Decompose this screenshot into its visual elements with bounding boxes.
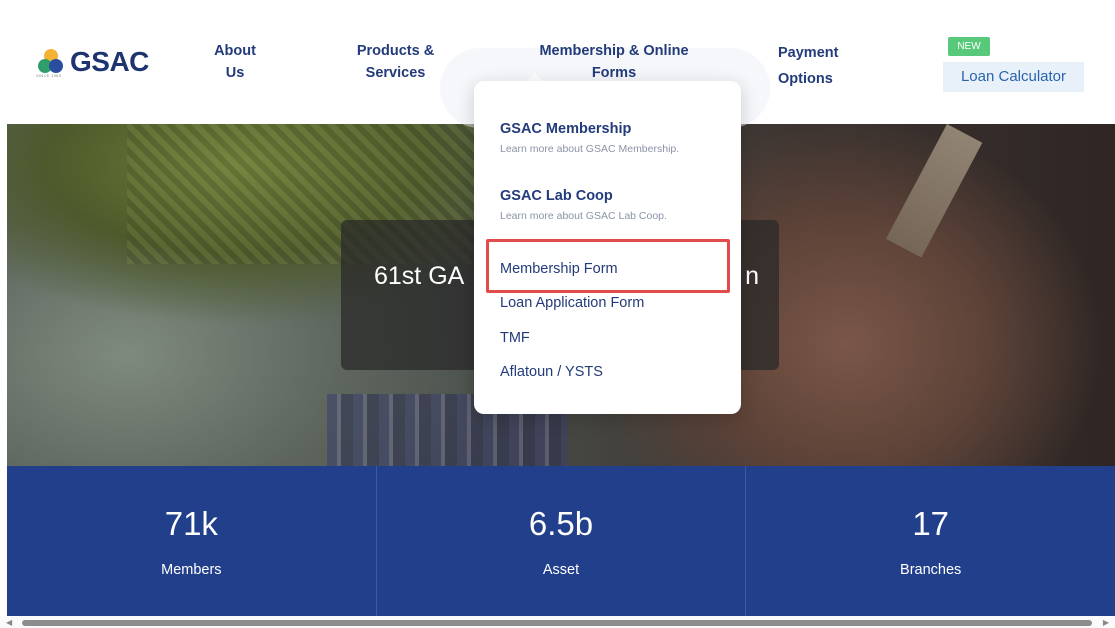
nav-membership-online-forms[interactable]: Membership & Online Forms [520, 40, 708, 84]
nav-about-line2: Us [225, 65, 245, 81]
dropdown-section-title: GSAC Membership [500, 121, 632, 137]
dropdown-section-title: GSAC Lab Coop [500, 188, 613, 204]
new-badge: NEW [948, 37, 990, 56]
page: SINCE 1969 GSAC About Us Products & Serv… [0, 0, 1115, 628]
stat-value: 6.5b [528, 505, 594, 542]
dropdown-tmf-link[interactable]: TMF [500, 328, 530, 348]
stat-value: 17 [912, 505, 950, 542]
nav-payment-line2: Options [778, 71, 833, 87]
scroll-right-icon[interactable]: ▶ [1103, 618, 1109, 627]
nav-about-line1: About [214, 43, 256, 59]
scroll-left-icon[interactable]: ◀ [6, 618, 12, 627]
dropdown-section-subtitle: Learn more about GSAC Membership. [500, 143, 680, 155]
horizontal-scrollbar[interactable]: ◀ ▶ [0, 616, 1115, 628]
membership-dropdown-menu: GSAC Membership Learn more about GSAC Me… [474, 81, 741, 414]
dropdown-aflatoun-ysts-link[interactable]: Aflatoun / YSTS [500, 362, 603, 382]
scrollbar-thumb[interactable] [22, 620, 1092, 626]
dropdown-membership-form-link[interactable]: Membership Form [500, 259, 618, 279]
dropdown-gsac-membership[interactable]: GSAC Membership Learn more about GSAC Me… [500, 119, 679, 156]
hero-title-tail: n [745, 262, 759, 290]
dropdown-loan-application-form-link[interactable]: Loan Application Form [500, 293, 644, 313]
stat-branches: 17 Branches [746, 466, 1115, 616]
nav-products-line1: Products & [356, 43, 435, 59]
nav-products-services[interactable]: Products & Services [348, 40, 443, 84]
logo-mark-icon: SINCE 1969 [36, 47, 66, 78]
loan-calculator-button[interactable]: Loan Calculator [943, 62, 1084, 92]
stat-asset: 6.5b Asset [377, 466, 747, 616]
nav-membership-line1: Membership & Online [539, 43, 689, 59]
dropdown-section-subtitle: Learn more about GSAC Lab Coop. [500, 210, 667, 222]
stat-label: Asset [542, 562, 580, 578]
gsac-logo[interactable]: SINCE 1969 GSAC [36, 46, 149, 78]
logo-text: GSAC [70, 46, 149, 77]
nav-payment-options[interactable]: Payment Options [778, 40, 858, 92]
stat-label: Members [161, 562, 222, 578]
nav-payment-line1: Payment [778, 45, 839, 61]
nav-about-us[interactable]: About Us [205, 40, 265, 84]
logo-tagline: SINCE 1969 [36, 73, 62, 78]
stats-bar: 71k Members 6.5b Asset 17 Branches [7, 466, 1115, 616]
nav-products-line2: Services [365, 65, 426, 81]
hero-strap-texture [885, 124, 983, 258]
hero-title: 61st GA [374, 262, 465, 290]
stat-members: 71k Members [7, 466, 377, 616]
dropdown-gsac-lab-coop[interactable]: GSAC Lab Coop Learn more about GSAC Lab … [500, 186, 667, 223]
stat-label: Branches [900, 562, 962, 578]
stat-value: 71k [164, 505, 218, 542]
